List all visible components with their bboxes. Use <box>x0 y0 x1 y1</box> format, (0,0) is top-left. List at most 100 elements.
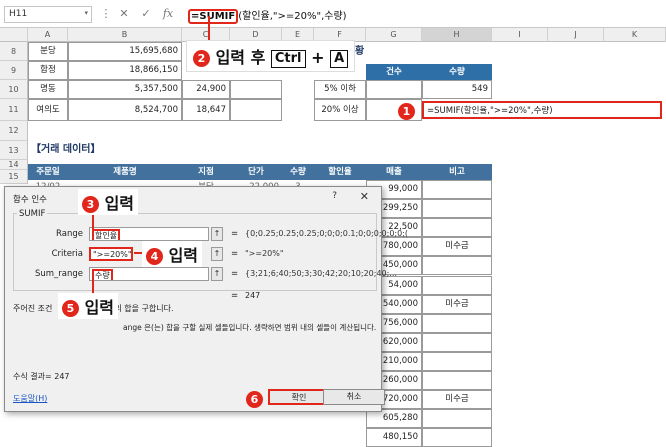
ok-button[interactable]: 확인 <box>268 389 330 405</box>
enter-icon[interactable]: ✓ <box>138 6 154 22</box>
summary-header-count: 건수 <box>366 64 422 80</box>
active-formula-cell[interactable]: =SUMIF(할인율,">=20%",수량) <box>422 101 662 119</box>
formula-rest: (할인율,">=20%",수량) <box>238 11 347 22</box>
criteria-label: Criteria <box>51 249 83 259</box>
note-cell[interactable]: 미수금 <box>422 390 492 410</box>
summary-title: 황 <box>355 46 365 57</box>
summary-label-cell[interactable]: 20% 이상 <box>314 99 366 121</box>
note-cell[interactable] <box>422 275 492 295</box>
criteria-result: ">=20%" <box>245 249 284 258</box>
summary-header-qty: 수량 <box>422 64 492 80</box>
help-link[interactable]: 도움말(H) <box>13 393 47 404</box>
criteria-input[interactable]: ">=20%" <box>89 247 133 261</box>
row-header-9[interactable]: 9 <box>0 61 28 80</box>
branch-cell[interactable]: 분당 <box>28 42 68 61</box>
summary-value-cell[interactable]: 549 <box>422 80 492 99</box>
summary-label-cell[interactable]: 5% 이하 <box>314 80 366 99</box>
note-cell[interactable] <box>422 199 492 219</box>
range-result: {0;0.25;0.25;0.25;0;0;0;0.1;0;0;0;0;0;0;… <box>245 229 409 238</box>
value-cell[interactable]: 5,357,500 <box>68 80 182 99</box>
col-header-k[interactable]: K <box>604 28 666 42</box>
select-all-corner[interactable] <box>0 28 28 42</box>
col-header-j[interactable]: J <box>548 28 604 42</box>
row-header-11[interactable]: 11 <box>0 99 28 121</box>
note-cell[interactable]: 미수금 <box>422 294 492 314</box>
note-cell[interactable] <box>422 313 492 333</box>
name-box-value: H11 <box>9 9 28 19</box>
section-title: 【거래 데이터】 <box>31 144 101 155</box>
range-value: 할인율 <box>92 229 121 240</box>
col-header-h[interactable]: H <box>422 28 492 42</box>
formula-input[interactable]: =SUMIF (할인율,">=20%",수량) <box>184 4 662 24</box>
note-cell[interactable] <box>422 180 492 200</box>
callout-5: 5 입력 <box>58 293 119 319</box>
name-box[interactable]: H11 ▾ <box>4 6 92 23</box>
criteria-picker-icon[interactable]: ↑ <box>211 247 223 261</box>
callout-text: 입력 <box>168 246 199 265</box>
sum-range-value: 수량 <box>92 269 113 280</box>
col-header-a[interactable]: A <box>28 28 68 42</box>
branch-cell[interactable]: 여의도 <box>28 99 68 121</box>
note-cell[interactable] <box>422 332 492 352</box>
row-header-12[interactable]: 12 <box>0 121 28 141</box>
sum-range-picker-icon[interactable]: ↑ <box>211 267 223 281</box>
value-cell[interactable]: 8,524,700 <box>68 99 182 121</box>
branch-cell[interactable]: 합정 <box>28 61 68 80</box>
row-header-8[interactable]: 8 <box>0 42 28 61</box>
table-header-order-date: 주문일 <box>28 164 68 180</box>
empty-cell[interactable] <box>230 80 282 99</box>
sum-range-result: {3;21;6;40;50;3;30;42;20;10;20;40;... <box>245 269 397 278</box>
callout-6: 6 <box>246 389 263 408</box>
cancel-icon[interactable]: ✕ <box>116 6 132 22</box>
callout-1: 1 <box>398 101 415 120</box>
cancel-button[interactable]: 취소 <box>323 389 385 405</box>
empty-cell[interactable] <box>230 99 282 121</box>
branch-cell[interactable]: 명동 <box>28 80 68 99</box>
sales-cell[interactable]: 605,280 <box>366 409 422 429</box>
result-value: 247 <box>245 291 261 300</box>
formula-bar: H11 ▾ ⋮ ✕ ✓ fx =SUMIF (할인율,">=20%",수량) <box>0 0 666 28</box>
criteria-equals: = <box>231 249 239 259</box>
callout-3: 3 입력 <box>78 189 139 215</box>
insert-function-icon[interactable]: fx <box>160 6 176 22</box>
argument-description-label: ange <box>123 323 142 332</box>
description-suffix: 의 합을 구합니다. <box>114 304 174 313</box>
table-header-qty: 수량 <box>282 164 314 180</box>
chevron-down-icon[interactable]: ▾ <box>84 9 88 17</box>
sales-cell[interactable]: 480,150 <box>366 428 422 447</box>
row-header-10[interactable]: 10 <box>0 80 28 99</box>
col-header-i[interactable]: I <box>492 28 548 42</box>
row-header-15[interactable]: 15 <box>0 170 28 184</box>
step-badge: 3 <box>82 196 99 213</box>
formula-result-value: 247 <box>54 372 70 381</box>
col-header-g[interactable]: G <box>366 28 422 42</box>
callout-2: 2 입력 후 Ctrl + A <box>186 40 356 72</box>
note-cell[interactable] <box>422 351 492 371</box>
value-cell[interactable]: 18,866,150 <box>68 61 182 80</box>
note-cell[interactable] <box>422 256 492 276</box>
description-prefix: 주어진 조건 <box>13 304 53 313</box>
value-cell[interactable]: 18,647 <box>182 99 230 121</box>
note-cell[interactable] <box>422 428 492 447</box>
range-picker-icon[interactable]: ↑ <box>211 227 223 241</box>
note-cell[interactable] <box>422 371 492 391</box>
sum-range-input[interactable]: 수량 <box>89 267 209 281</box>
empty-cell[interactable] <box>366 80 422 99</box>
col-header-b[interactable]: B <box>68 28 182 42</box>
note-cell[interactable] <box>422 409 492 429</box>
row-header-14[interactable]: 14 <box>0 160 28 170</box>
table-header-product: 제품명 <box>68 164 182 180</box>
more-options-icon[interactable]: ⋮ <box>98 6 114 22</box>
help-icon[interactable]: ? <box>332 191 337 201</box>
step-badge: 5 <box>62 300 79 317</box>
sum-range-equals: = <box>231 269 239 279</box>
close-icon[interactable]: ✕ <box>360 190 369 203</box>
plus-sign: + <box>311 48 325 67</box>
value-cell[interactable]: 15,695,680 <box>68 42 182 61</box>
note-cell[interactable] <box>422 218 492 238</box>
row-header-13[interactable]: 13 <box>0 141 28 160</box>
note-cell[interactable]: 미수금 <box>422 237 492 257</box>
sum-range-label: Sum_range <box>34 269 83 279</box>
range-input[interactable]: 할인율 <box>89 227 209 241</box>
value-cell[interactable]: 24,900 <box>182 80 230 99</box>
